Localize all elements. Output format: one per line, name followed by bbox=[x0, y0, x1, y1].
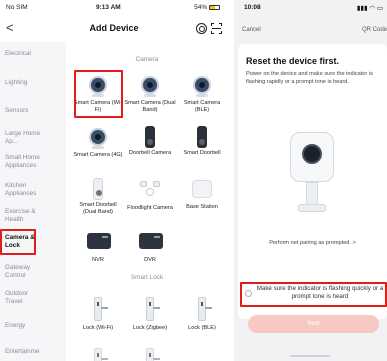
highlight-confirm-row bbox=[240, 282, 387, 307]
perform-pairing-link[interactable]: Perform net pairing as prompted. > bbox=[238, 240, 387, 246]
scan-qr-icon[interactable] bbox=[211, 23, 222, 34]
sidebar-item-entertainment[interactable]: Entertainment bbox=[0, 348, 40, 361]
signal-wifi-battery-icon: ▮▮▮ ◠ ▭ bbox=[356, 5, 383, 12]
battery-percent: 54% bbox=[194, 4, 208, 11]
device-smart-camera-dual-band[interactable]: Smart Camera (Dual Band) bbox=[124, 74, 176, 114]
reset-device-screen: 10:08 ▮▮▮ ◠ ▭ Cancel QR Code Reset the d… bbox=[234, 0, 387, 361]
battery-status: 54% bbox=[194, 4, 220, 11]
sidebar-item-lighting[interactable]: Lighting bbox=[0, 79, 66, 87]
device-smart-doorbell[interactable]: Smart Doorbell bbox=[176, 126, 228, 157]
highlight-smart-camera-wifi bbox=[74, 70, 123, 118]
device-smart-camera-4g[interactable]: Smart Camera (4G) bbox=[72, 126, 124, 159]
screenshot-root: No SIM 9:13 AM 54% < Add Device Electric… bbox=[0, 0, 387, 361]
lock-icon bbox=[146, 348, 160, 361]
device-label: Lock (Wi-Fi) bbox=[82, 325, 114, 331]
nav-bar-right: Cancel QR Code bbox=[234, 27, 387, 37]
device-label: Smart Camera (BLE) bbox=[183, 100, 221, 113]
sidebar-item-outdoor-travel[interactable]: Outdoor Travel bbox=[0, 290, 44, 306]
device-label: NVR bbox=[92, 257, 104, 263]
sidebar-item-small-home-appliances[interactable]: Small Home Appliances bbox=[0, 154, 56, 170]
device-base-station[interactable]: Base Station bbox=[176, 178, 228, 211]
reset-title: Reset the device first. bbox=[246, 56, 340, 66]
device-label: Base Station bbox=[186, 204, 218, 210]
sidebar-item-sensors[interactable]: Sensors bbox=[0, 107, 66, 115]
floodlight-icon bbox=[140, 181, 160, 197]
camera-icon bbox=[193, 76, 211, 94]
doorbell-icon bbox=[93, 178, 103, 200]
device-label: Smart Doorbell (Dual Band) bbox=[79, 202, 117, 215]
device-floodlight-camera[interactable]: Floodlight Camera bbox=[124, 178, 176, 212]
device-label: Floodlight Camera bbox=[127, 205, 173, 211]
doorbell-icon bbox=[145, 126, 155, 148]
device-smart-camera-ble[interactable]: Smart Camera (BLE) bbox=[176, 74, 228, 114]
sidebar-item-large-home-appliances[interactable]: Large Home Ap... bbox=[0, 130, 50, 146]
device-lock-more[interactable] bbox=[72, 348, 124, 361]
section-heading-smart-lock: Smart Lock bbox=[130, 274, 164, 281]
device-grid: Camera Smart Camera (Wi-Fi) Smart Camera… bbox=[66, 42, 228, 361]
cancel-button[interactable]: Cancel bbox=[242, 27, 261, 33]
device-lock-ble[interactable]: Lock (BLE) bbox=[176, 297, 228, 332]
lock-icon bbox=[146, 297, 160, 321]
add-device-screen: No SIM 9:13 AM 54% < Add Device Electric… bbox=[0, 0, 228, 361]
page-title: Add Device bbox=[89, 23, 139, 33]
device-label: Lock (BLE) bbox=[188, 325, 216, 331]
reset-description: Power on the device and make sure the in… bbox=[246, 71, 373, 85]
camera-icon bbox=[141, 76, 159, 94]
dvr-icon bbox=[139, 233, 163, 249]
lock-icon bbox=[94, 297, 108, 321]
device-doorbell-camera[interactable]: Doorbell Camera bbox=[124, 126, 176, 157]
next-button[interactable]: Next bbox=[248, 315, 379, 333]
lock-icon bbox=[198, 297, 212, 321]
sidebar-item-gateway-control[interactable]: Gateway Control bbox=[0, 264, 44, 280]
device-label: DVR bbox=[144, 257, 156, 263]
sidebar-item-exercise-health[interactable]: Exercise & Health bbox=[0, 208, 50, 224]
nvr-icon bbox=[87, 233, 111, 249]
device-label: Smart Doorbell bbox=[183, 150, 221, 156]
sidebar-item-kitchen-appliances[interactable]: Kitchen Appliances bbox=[0, 182, 50, 198]
camera-icon bbox=[89, 128, 107, 146]
status-time: 9:13 AM bbox=[96, 4, 121, 11]
sidebar-item-electrical[interactable]: Electrical bbox=[0, 50, 66, 58]
device-smart-doorbell-dual-band[interactable]: Smart Doorbell (Dual Band) bbox=[72, 178, 124, 216]
device-label: Smart Camera (Dual Band) bbox=[124, 100, 176, 113]
status-bar: No SIM 9:13 AM 54% bbox=[0, 0, 228, 15]
device-nvr[interactable]: NVR bbox=[72, 230, 124, 264]
auto-scan-icon[interactable] bbox=[196, 23, 207, 34]
reset-instructions-card: Reset the device first. Power on the dev… bbox=[238, 44, 387, 319]
status-bar-right: 10:08 ▮▮▮ ◠ ▭ bbox=[234, 0, 387, 14]
home-indicator bbox=[290, 355, 330, 357]
doorbell-icon bbox=[197, 126, 207, 148]
nav-bar: < Add Device bbox=[0, 16, 228, 42]
highlight-camera-lock bbox=[0, 229, 36, 255]
device-lock-more-2[interactable] bbox=[124, 348, 176, 361]
camera-illustration-icon bbox=[284, 132, 340, 218]
device-label: Doorbell Camera bbox=[128, 150, 172, 156]
lock-icon bbox=[94, 348, 108, 361]
device-label: Smart Camera (4G) bbox=[73, 152, 123, 158]
device-lock-zigbee[interactable]: Lock (Zigbee) bbox=[124, 297, 176, 332]
carrier-label: No SIM bbox=[6, 4, 28, 11]
device-lock-wifi[interactable]: Lock (Wi-Fi) bbox=[72, 297, 124, 332]
battery-icon bbox=[209, 5, 220, 10]
qr-code-button[interactable]: QR Code bbox=[362, 27, 387, 33]
base-station-icon bbox=[192, 180, 212, 198]
section-heading-camera: Camera bbox=[135, 56, 159, 63]
sidebar-item-energy[interactable]: Energy bbox=[0, 322, 66, 330]
device-dvr[interactable]: DVR bbox=[124, 230, 176, 264]
category-sidebar: Electrical Lighting Sensors Large Home A… bbox=[0, 42, 66, 361]
device-label: Lock (Zigbee) bbox=[132, 325, 168, 331]
status-time: 10:08 bbox=[244, 4, 261, 11]
